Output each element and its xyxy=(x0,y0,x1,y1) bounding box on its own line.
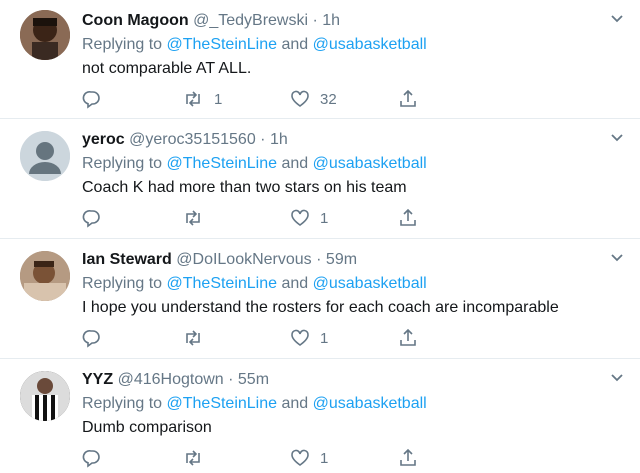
mention-link[interactable]: @usabasketball xyxy=(313,155,427,172)
mention-link[interactable]: @TheSteinLine xyxy=(167,36,278,53)
reply-icon xyxy=(82,89,102,109)
reply-icon xyxy=(82,448,102,468)
heart-icon xyxy=(290,448,310,468)
mention-link[interactable]: @usabasketball xyxy=(313,395,427,412)
display-name[interactable]: YYZ xyxy=(82,371,113,388)
mention-link[interactable]: @usabasketball xyxy=(313,275,427,292)
display-name[interactable]: yeroc xyxy=(82,131,125,148)
share-button[interactable] xyxy=(398,327,418,349)
retweet-icon xyxy=(182,448,204,468)
replying-to: Replying to @TheSteinLine and @usabasket… xyxy=(82,393,427,415)
retweet-button[interactable] xyxy=(182,207,214,229)
action-bar: 1 xyxy=(82,447,442,469)
retweet-icon xyxy=(182,208,204,228)
timestamp[interactable]: · 1h xyxy=(313,12,341,29)
retweet-button[interactable] xyxy=(182,447,214,469)
chevron-down-icon[interactable] xyxy=(608,129,626,147)
heart-icon xyxy=(290,89,310,109)
share-button[interactable] xyxy=(398,88,418,110)
replying-label: Replying to xyxy=(82,275,167,292)
retweet-button[interactable]: 1 xyxy=(182,88,222,110)
heart-icon xyxy=(290,208,310,228)
like-count: 1 xyxy=(320,209,329,227)
heart-icon xyxy=(290,328,310,348)
share-icon xyxy=(398,208,418,228)
tweet[interactable]: Ian Steward @DoILookNervous · 59m Replyi… xyxy=(0,239,640,359)
tweet[interactable]: Coon Magoon @_TedyBrewski · 1h Replying … xyxy=(0,0,640,119)
reply-button[interactable] xyxy=(82,88,102,110)
share-button[interactable] xyxy=(398,447,418,469)
chevron-down-icon[interactable] xyxy=(608,369,626,387)
conjunction: and xyxy=(277,36,313,53)
display-name[interactable]: Coon Magoon xyxy=(82,12,189,29)
avatar[interactable] xyxy=(20,10,70,60)
reply-button[interactable] xyxy=(82,327,102,349)
tweet-header: Ian Steward @DoILookNervous · 59m xyxy=(82,249,357,271)
like-button[interactable]: 1 xyxy=(290,207,328,229)
replying-label: Replying to xyxy=(82,155,167,172)
tweet[interactable]: YYZ @416Hogtown · 55m Replying to @TheSt… xyxy=(0,359,640,473)
replying-to: Replying to @TheSteinLine and @usabasket… xyxy=(82,153,427,175)
like-button[interactable]: 1 xyxy=(290,447,328,469)
chevron-down-icon[interactable] xyxy=(608,249,626,267)
mention-link[interactable]: @TheSteinLine xyxy=(167,275,278,292)
tweet-text: I hope you understand the rosters for ea… xyxy=(82,299,559,316)
retweet-icon xyxy=(182,89,204,109)
like-count: 32 xyxy=(320,90,337,108)
timestamp[interactable]: · 55m xyxy=(228,371,269,388)
mention-link[interactable]: @usabasketball xyxy=(313,36,427,53)
chevron-down-icon[interactable] xyxy=(608,10,626,28)
tweet-text: not comparable AT ALL. xyxy=(82,60,252,77)
handle[interactable]: @_TedyBrewski xyxy=(193,12,308,29)
like-button[interactable]: 1 xyxy=(290,327,328,349)
replying-to: Replying to @TheSteinLine and @usabasket… xyxy=(82,34,427,56)
retweet-count: 1 xyxy=(214,90,223,108)
share-button[interactable] xyxy=(398,207,418,229)
reply-icon xyxy=(82,328,102,348)
mention-link[interactable]: @TheSteinLine xyxy=(167,155,278,172)
retweet-button[interactable] xyxy=(182,327,214,349)
action-bar: 1 xyxy=(82,327,442,349)
timestamp[interactable]: · 59m xyxy=(316,251,357,268)
share-icon xyxy=(398,448,418,468)
replying-label: Replying to xyxy=(82,36,167,53)
tweet-text: Dumb comparison xyxy=(82,419,212,436)
replying-to: Replying to @TheSteinLine and @usabasket… xyxy=(82,273,427,295)
action-bar: 1 xyxy=(82,207,442,229)
action-bar: 1 32 xyxy=(82,88,442,110)
handle[interactable]: @yeroc35151560 xyxy=(129,131,256,148)
reply-icon xyxy=(82,208,102,228)
like-count: 1 xyxy=(320,449,329,467)
reply-button[interactable] xyxy=(82,447,102,469)
conjunction: and xyxy=(277,155,313,172)
tweet-text: Coach K had more than two stars on his t… xyxy=(82,179,407,196)
share-icon xyxy=(398,89,418,109)
replying-label: Replying to xyxy=(82,395,167,412)
tweet-header: yeroc @yeroc35151560 · 1h xyxy=(82,129,288,151)
conjunction: and xyxy=(277,275,313,292)
conjunction: and xyxy=(277,395,313,412)
tweet-header: Coon Magoon @_TedyBrewski · 1h xyxy=(82,10,340,32)
display-name[interactable]: Ian Steward xyxy=(82,251,172,268)
handle[interactable]: @416Hogtown xyxy=(118,371,224,388)
handle[interactable]: @DoILookNervous xyxy=(176,251,311,268)
mention-link[interactable]: @TheSteinLine xyxy=(167,395,278,412)
like-button[interactable]: 32 xyxy=(290,88,337,110)
timestamp[interactable]: · 1h xyxy=(260,131,288,148)
share-icon xyxy=(398,328,418,348)
tweet-header: YYZ @416Hogtown · 55m xyxy=(82,369,269,391)
tweet[interactable]: yeroc @yeroc35151560 · 1h Replying to @T… xyxy=(0,119,640,239)
like-count: 1 xyxy=(320,329,329,347)
reply-button[interactable] xyxy=(82,207,102,229)
avatar[interactable] xyxy=(20,371,70,421)
avatar[interactable] xyxy=(20,131,70,181)
retweet-icon xyxy=(182,328,204,348)
avatar[interactable] xyxy=(20,251,70,301)
